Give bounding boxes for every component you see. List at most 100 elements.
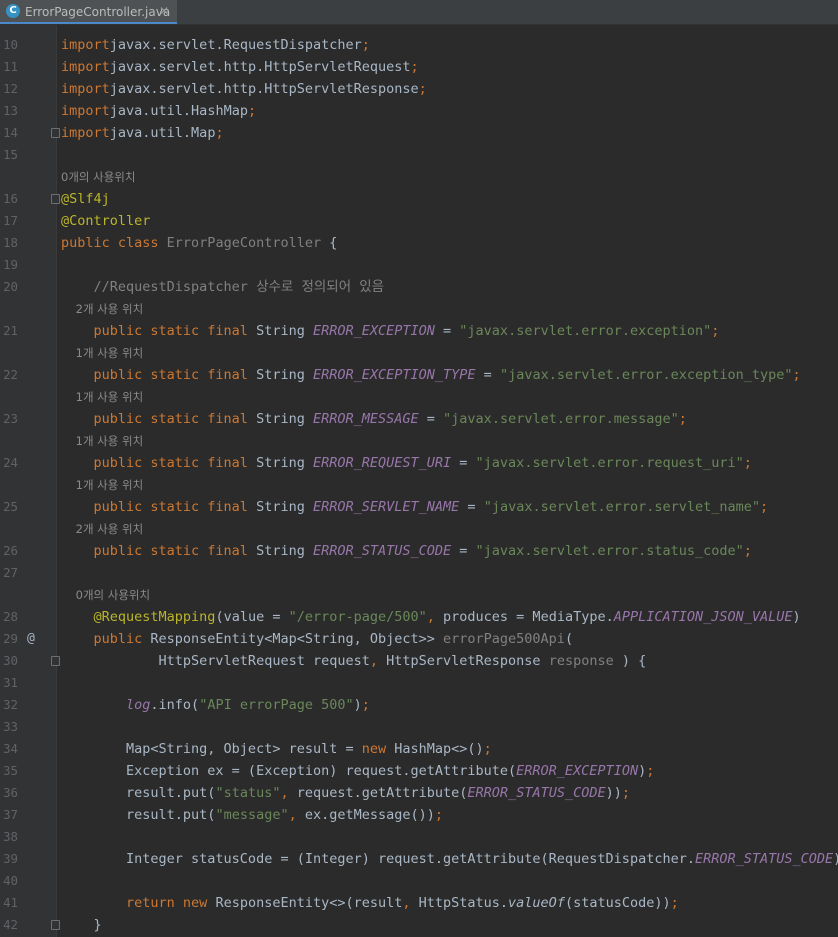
- line-number: 33: [3, 719, 18, 734]
- code-line[interactable]: 22 public static final String ERROR_EXCE…: [0, 364, 838, 386]
- code-line[interactable]: 27: [0, 562, 838, 584]
- code-token: Exception ex = (Exception) request.getAt…: [61, 763, 517, 779]
- code-token: public static final: [61, 367, 257, 383]
- code-line[interactable]: 21 public static final String ERROR_EXCE…: [0, 320, 838, 342]
- code-line[interactable]: 18 public class ErrorPageController {: [0, 232, 838, 254]
- code-token: String: [256, 499, 313, 515]
- code-token: return new: [61, 895, 216, 911]
- code-token: "status": [215, 785, 281, 801]
- line-number: 32: [3, 697, 18, 712]
- code-line[interactable]: 12 importjavax.servlet.http.HttpServletRe…: [0, 78, 838, 100]
- code-line[interactable]: 19: [0, 254, 838, 276]
- fold-marker-icon[interactable]: [51, 920, 60, 930]
- usage-hint: 1개 사용 위치: [61, 478, 144, 492]
- code-token: ERROR_MESSAGE: [312, 411, 419, 427]
- editor-tab-bar: C ErrorPageController.java ✕: [0, 0, 838, 25]
- code-token: public static final: [61, 323, 257, 339]
- code-line[interactable]: 14 importjava.util.Map;: [0, 122, 838, 144]
- code-token: ;: [743, 543, 752, 559]
- fold-marker-icon[interactable]: [51, 194, 60, 204]
- code-text: result.put("status", request.getAttribut…: [61, 782, 630, 804]
- code-line[interactable]: 23 public static final String ERROR_MESS…: [0, 408, 838, 430]
- code-line[interactable]: 25 public static final String ERROR_SERV…: [0, 496, 838, 518]
- code-token: public: [61, 631, 151, 647]
- fold-marker-icon[interactable]: [51, 656, 60, 666]
- code-line[interactable]: 41 return new ResponseEntity<>(result, H…: [0, 892, 838, 914]
- code-line[interactable]: 40: [0, 870, 838, 892]
- code-line[interactable]: 17 @Controller: [0, 210, 838, 232]
- code-token: =: [418, 411, 444, 427]
- code-token: ERROR_STATUS_CODE: [312, 543, 452, 559]
- code-line[interactable]: 10 importjavax.servlet.RequestDispatcher;: [0, 34, 838, 56]
- code-line[interactable]: 24 public static final String ERROR_REQU…: [0, 452, 838, 474]
- code-token: String: [256, 543, 313, 559]
- code-token: ERROR_EXCEPTION: [312, 323, 435, 339]
- code-token: (value =: [215, 609, 289, 625]
- line-number: 23: [3, 411, 18, 426]
- line-number: 30: [3, 653, 18, 668]
- code-token: =: [475, 367, 500, 383]
- code-editor[interactable]: 10 importjavax.servlet.RequestDispatcher;…: [0, 25, 838, 937]
- code-token: HttpServletRequest request: [61, 653, 370, 669]
- code-token: java.util.HashMap: [109, 103, 248, 119]
- code-token: @Slf4j: [61, 191, 110, 207]
- code-token: Map<String, Object> result =: [61, 741, 362, 757]
- tab-title[interactable]: ErrorPageController.java: [25, 4, 170, 20]
- usage-hint-row[interactable]: 0개의 사용위치: [0, 584, 838, 606]
- usage-hint: 1개 사용 위치: [61, 434, 144, 448]
- code-line[interactable]: 36 result.put("status", request.getAttri…: [0, 782, 838, 804]
- code-token: public static final: [61, 455, 257, 471]
- code-line[interactable]: 11 importjavax.servlet.http.HttpServletRe…: [0, 56, 838, 78]
- usage-hint-row[interactable]: 1개 사용 위치: [0, 386, 838, 408]
- code-text: public static final String ERROR_MESSAGE…: [61, 408, 687, 430]
- usage-hint-row[interactable]: 2개 사용 위치: [0, 298, 838, 320]
- code-token: ;: [247, 103, 257, 119]
- code-token: ;: [743, 455, 752, 471]
- line-number: 35: [3, 763, 18, 778]
- code-token: Integer statusCode = (Integer) request.g…: [61, 851, 695, 867]
- usage-hint-row[interactable]: 1개 사용 위치: [0, 474, 838, 496]
- close-icon[interactable]: ✕: [159, 3, 169, 19]
- code-line[interactable]: 29 @ public ResponseEntity<Map<String, Ob…: [0, 628, 838, 650]
- code-line[interactable]: 34 Map<String, Object> result = new Hash…: [0, 738, 838, 760]
- code-line[interactable]: 31: [0, 672, 838, 694]
- fold-marker-icon[interactable]: [51, 128, 60, 138]
- usage-hint-row[interactable]: 1개 사용 위치: [0, 430, 838, 452]
- code-line[interactable]: 13 importjava.util.HashMap;: [0, 100, 838, 122]
- code-text: importjava.util.Map;: [61, 122, 224, 144]
- code-token: )): [605, 785, 622, 801]
- java-class-icon: C: [6, 4, 20, 18]
- code-line[interactable]: 39 Integer statusCode = (Integer) reques…: [0, 848, 838, 870]
- code-line[interactable]: 42 }: [0, 914, 838, 936]
- code-line[interactable]: 32 log.info("API errorPage 500");: [0, 694, 838, 716]
- line-number: 10: [3, 37, 18, 52]
- usage-hint-row[interactable]: 0개의 사용위치: [0, 166, 838, 188]
- line-number: 42: [3, 917, 18, 932]
- code-line[interactable]: 37 result.put("message", ex.getMessage()…: [0, 804, 838, 826]
- editor-tab[interactable]: C ErrorPageController.java ✕: [0, 0, 177, 24]
- code-line[interactable]: 38: [0, 826, 838, 848]
- code-line[interactable]: 35 Exception ex = (Exception) request.ge…: [0, 760, 838, 782]
- code-token: ;: [646, 763, 655, 779]
- code-line[interactable]: 30 HttpServletRequest request, HttpServl…: [0, 650, 838, 672]
- code-token: "javax.servlet.error.message": [443, 411, 679, 427]
- code-text: public static final String ERROR_STATUS_…: [61, 540, 752, 562]
- code-token: =: [459, 499, 484, 515]
- code-line[interactable]: 33: [0, 716, 838, 738]
- code-token: String: [256, 411, 313, 427]
- line-number: 41: [3, 895, 18, 910]
- code-line[interactable]: 15: [0, 144, 838, 166]
- code-token: ): [353, 697, 362, 713]
- line-number: 18: [3, 235, 18, 250]
- code-token: (: [564, 631, 574, 647]
- usage-hint-row[interactable]: 1개 사용 위치: [0, 342, 838, 364]
- override-marker-icon[interactable]: @: [27, 631, 35, 647]
- code-token: "message": [215, 807, 289, 823]
- code-line[interactable]: 16 @Slf4j: [0, 188, 838, 210]
- code-line[interactable]: 20 //RequestDispatcher 상수로 정의되어 있음: [0, 276, 838, 298]
- code-token: =: [451, 543, 476, 559]
- code-line[interactable]: 26 public static final String ERROR_STAT…: [0, 540, 838, 562]
- usage-hint-row[interactable]: 2개 사용 위치: [0, 518, 838, 540]
- code-token: ,: [280, 785, 297, 801]
- code-line[interactable]: 28 @RequestMapping(value = "/error-page/…: [0, 606, 838, 628]
